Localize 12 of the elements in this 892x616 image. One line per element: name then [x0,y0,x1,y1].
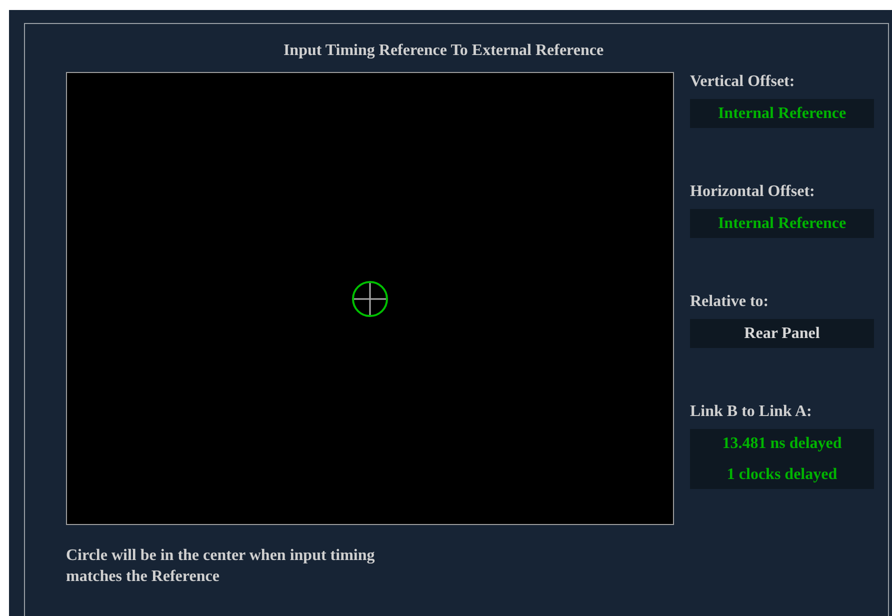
value-text: Internal Reference [718,214,846,234]
crosshair-marker-icon [351,280,389,318]
value-text: 1 clocks delayed [726,465,838,485]
value-text: Rear Panel [744,324,820,344]
value-text: 13.481 ns delayed [722,434,842,454]
field-label: Vertical Offset: [690,72,796,92]
value-text: Internal Reference [718,104,846,124]
caption-text: Circle will be in the center when input timing matches the Reference [66,546,376,587]
field-label: Horizontal Offset: [690,182,816,202]
window-title: Input Timing Reference To External Reference [283,41,605,61]
field-label: Link B to Link A: [690,402,813,422]
field-label: Relative to: [690,292,770,312]
